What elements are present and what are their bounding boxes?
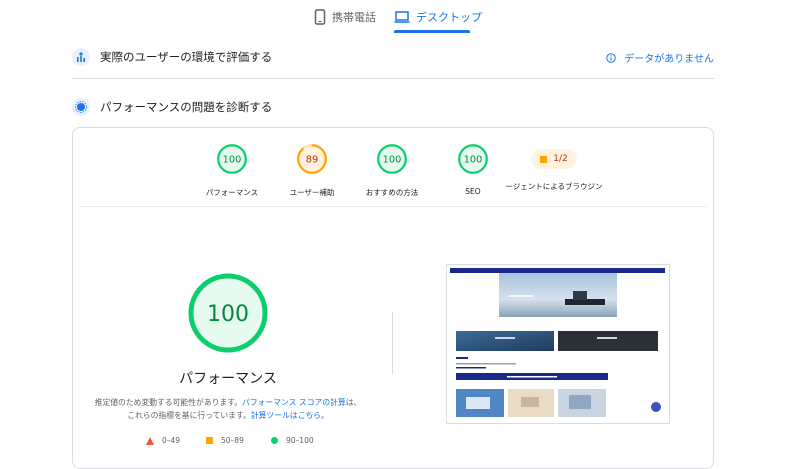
card-divider bbox=[80, 206, 706, 207]
laptop-icon bbox=[394, 11, 410, 23]
score-ring: 89 bbox=[297, 144, 327, 174]
gauge-score: 100 bbox=[223, 155, 242, 166]
vertical-divider bbox=[392, 312, 393, 374]
score-ring: 100 bbox=[458, 144, 488, 174]
section-divider bbox=[72, 78, 714, 79]
main-score-value: 100 bbox=[207, 302, 249, 327]
legend-pass: 90–100 bbox=[271, 436, 314, 445]
average-square-icon bbox=[540, 155, 548, 163]
info-icon bbox=[606, 52, 616, 63]
triangle-icon bbox=[146, 436, 154, 445]
legend-average-label: 50–89 bbox=[221, 436, 244, 445]
main-score-gauge: 100 bbox=[188, 273, 268, 353]
no-data-label: データがありません bbox=[624, 54, 714, 65]
tab-mobile[interactable]: 携帯電話 bbox=[314, 6, 376, 28]
field-data-icon bbox=[72, 48, 90, 66]
diagnose-header: パフォーマンスの問題を診断する bbox=[72, 94, 714, 120]
field-data-title: 実際のユーザーの環境で評価する bbox=[100, 50, 273, 64]
circle-icon bbox=[271, 437, 278, 444]
smartphone-icon bbox=[314, 9, 326, 25]
active-tab-indicator bbox=[394, 30, 470, 33]
tab-desktop-label: デスクトップ bbox=[416, 11, 482, 24]
screenshot-preview-image bbox=[447, 265, 669, 423]
score-ring: 100 bbox=[217, 144, 247, 174]
score-description: 推定値のため変動する可能性があります。パフォーマンス スコアの計算は、これらの指… bbox=[92, 396, 364, 422]
score-ring: 100 bbox=[377, 144, 407, 174]
gauge-score: 89 bbox=[306, 155, 318, 166]
square-icon bbox=[206, 437, 213, 444]
diagnose-title: パフォーマンスの問題を診断する bbox=[100, 100, 273, 114]
legend-fail: 0–49 bbox=[146, 436, 180, 445]
no-data-notice: データがありません bbox=[606, 50, 714, 65]
gauge-score: 100 bbox=[383, 155, 402, 166]
legend-fail-label: 0–49 bbox=[162, 436, 181, 445]
gauge-label: ージェントによるブラウジン bbox=[505, 182, 603, 191]
tab-desktop[interactable]: デスクトップ bbox=[394, 6, 482, 28]
main-score-label: パフォーマンス bbox=[179, 371, 277, 387]
calculator-link[interactable]: 計算ツールはこちら。 bbox=[251, 411, 329, 420]
diagnose-icon bbox=[72, 98, 90, 116]
score-calculation-link[interactable]: パフォーマンス スコアの計算 bbox=[242, 398, 346, 407]
gauge-agentic-browsing[interactable]: 1/2 ージェントによるブラウジン bbox=[502, 143, 606, 192]
description-text-1: 推定値のため変動する可能性があります。 bbox=[94, 398, 243, 407]
gauge-score: 1/2 bbox=[553, 154, 568, 164]
tab-mobile-label: 携帯電話 bbox=[332, 11, 376, 24]
legend-average: 50–89 bbox=[206, 436, 244, 445]
legend-pass-label: 90–100 bbox=[286, 436, 314, 445]
page-screenshot bbox=[446, 264, 670, 424]
fraction-badge: 1/2 bbox=[531, 149, 577, 169]
gauge-score: 100 bbox=[464, 155, 483, 166]
